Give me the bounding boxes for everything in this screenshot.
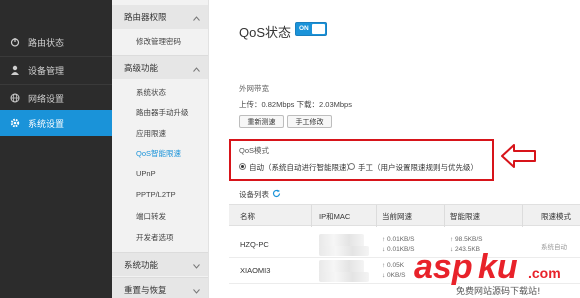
sidebar-item-label: 系统设置 (28, 118, 65, 129)
column-current-speed: 当前网速 (382, 212, 412, 221)
current-up: ↑ 0.01KB/S (382, 236, 415, 243)
sidebar-item-system-settings[interactable]: 系统设置 (0, 110, 118, 136)
redacted-mac (319, 272, 369, 282)
main-sidebar: 路由状态 设备管理 网络设置 系统设置 (0, 0, 118, 298)
manual-edit-button[interactable]: 手工修改 (287, 115, 332, 128)
toggle-knob (312, 24, 325, 34)
submenu-item-manual-upgrade[interactable]: 路由器手动升级 (136, 107, 189, 118)
device-table-header: 名称 IP和MAC 当前网速 智能限速 限速模式 (229, 204, 580, 227)
submenu-item-qos[interactable]: QoS智能限速 (136, 148, 181, 159)
limit-up: ↑ 98.5KB/S (450, 236, 483, 243)
sidebar-item-label: 路由状态 (28, 37, 65, 48)
section-title: 系统功能 (124, 259, 159, 270)
power-icon (10, 37, 20, 47)
arrow-left-icon (501, 144, 537, 170)
column-divider (444, 205, 445, 227)
submenu-section-advanced[interactable]: 高级功能 (112, 55, 208, 79)
submenu-item-pptp-l2tp[interactable]: PPTP/L2TP (136, 190, 176, 199)
section-title: 高级功能 (124, 62, 159, 73)
submenu-item-app-speed-limit[interactable]: 应用限速 (136, 128, 166, 139)
chevron-up-icon (193, 13, 200, 23)
sidebar-item-device-management[interactable]: 设备管理 (0, 56, 112, 84)
svg-text:asp: asp (414, 248, 473, 286)
column-limit-mode: 限速模式 (541, 212, 571, 221)
refresh-icon[interactable] (272, 189, 281, 200)
qos-mode-label: QoS模式 (239, 146, 270, 155)
user-icon (10, 65, 20, 75)
submenu-item-change-password[interactable]: 修改管理密码 (136, 36, 181, 47)
watermark-logo: asp ku .com 免费网站源码下载站! (412, 244, 580, 298)
section-title: 路由器权限 (124, 12, 167, 22)
column-divider (376, 205, 377, 227)
svg-text:.com: .com (528, 265, 561, 281)
manual-mode-radio[interactable] (348, 163, 355, 170)
device-name: XIAOMI3 (240, 266, 271, 275)
manual-mode-label: 手工（用户设置限速规则与优先级） (358, 163, 478, 172)
column-smart-limit: 智能限速 (450, 212, 480, 221)
current-up: ↑ 0.05K (382, 262, 405, 269)
auto-mode-label: 自动（系统自动进行智能限速） (249, 163, 354, 172)
bandwidth-speed: 上传：0.82Mbps 下载：2.03Mbps (239, 100, 352, 109)
svg-text:免费网站源码下载站!: 免费网站源码下载站! (456, 285, 541, 297)
column-ip-mac: IP和MAC (319, 212, 351, 221)
submenu-section-system-functions[interactable]: 系统功能 (112, 252, 208, 276)
sidebar-item-network-settings[interactable]: 网络设置 (0, 84, 112, 112)
submenu-item-upnp[interactable]: UPnP (136, 169, 156, 178)
device-list-label: 设备列表 (239, 190, 269, 199)
globe-icon (10, 93, 20, 103)
column-divider (311, 205, 312, 227)
sidebar-item-label: 网络设置 (28, 93, 65, 104)
chevron-up-icon (193, 64, 200, 74)
toggle-label: ON (299, 25, 309, 32)
page-title: QoS状态 (239, 25, 292, 40)
submenu-item-system-status[interactable]: 系统状态 (136, 87, 166, 98)
column-divider (522, 205, 523, 227)
bandwidth-label: 外网带宽 (239, 84, 269, 93)
sidebar-item-label: 设备管理 (28, 65, 65, 76)
submenu-item-port-forward[interactable]: 端口转发 (136, 211, 166, 222)
chevron-down-icon (193, 261, 200, 271)
auto-mode-radio[interactable] (239, 163, 246, 170)
submenu: 路由器权限 修改管理密码 高级功能 系统状态 路由器手动升级 应用限速 QoS智… (112, 0, 209, 298)
current-down: ↓ 0KB/S (382, 272, 406, 279)
current-down: ↓ 0.01KB/S (382, 246, 415, 253)
sidebar-item-router-status[interactable]: 路由状态 (0, 28, 112, 56)
device-name: HZQ-PC (240, 240, 269, 249)
qos-toggle[interactable]: ON (295, 22, 327, 36)
submenu-section-reset-restore[interactable]: 重置与恢复 (112, 277, 208, 298)
svg-text:ku: ku (478, 248, 518, 286)
submenu-section-router-permission[interactable]: 路由器权限 (112, 5, 208, 29)
retest-button[interactable]: 重新测速 (239, 115, 284, 128)
gear-icon (10, 118, 20, 128)
submenu-item-developer-options[interactable]: 开发者选项 (136, 232, 174, 243)
column-name: 名称 (240, 212, 255, 221)
section-title: 重置与恢复 (124, 284, 167, 295)
chevron-down-icon (193, 286, 200, 296)
redacted-mac (319, 246, 369, 256)
